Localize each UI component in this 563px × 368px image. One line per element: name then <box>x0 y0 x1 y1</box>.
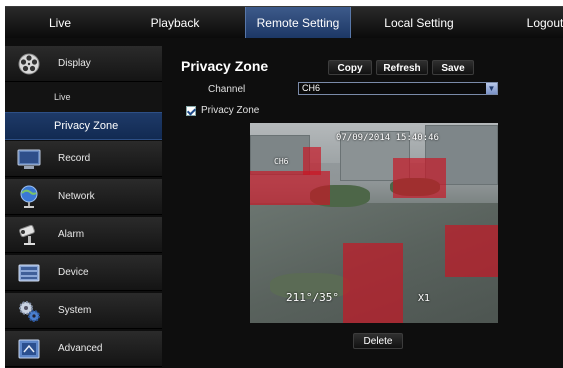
camera-preview[interactable]: 07/09/2014 15:40:46 CH6 211°/35° X1 <box>250 123 498 323</box>
privacy-mask-1[interactable] <box>250 171 330 205</box>
privacy-zone-checkbox-label: Privacy Zone <box>201 105 260 116</box>
gears-icon <box>19 301 40 322</box>
sidebar-label-network: Network <box>58 191 95 202</box>
sidebar: Display Live Privacy Zone Record Network… <box>5 40 162 368</box>
privacy-zone-panel: Privacy Zone Copy Refresh Save Channel C… <box>172 44 563 368</box>
osd-zoom: X1 <box>418 293 431 304</box>
nav-playback[interactable]: Playback <box>145 7 205 39</box>
building-left <box>250 135 310 175</box>
refresh-button[interactable]: Refresh <box>376 60 428 75</box>
hard-drive-icon <box>18 264 40 282</box>
copy-button[interactable]: Copy <box>328 60 372 75</box>
page-title: Privacy Zone <box>181 58 269 74</box>
sidebar-label-alarm: Alarm <box>58 229 85 240</box>
sidebar-item-advanced[interactable]: Advanced <box>5 331 162 367</box>
sidebar-subitem-live[interactable]: Live <box>5 82 162 112</box>
nav-live[interactable]: Live <box>35 7 85 39</box>
channel-label: Channel <box>208 84 246 95</box>
sidebar-item-alarm[interactable]: Alarm <box>5 217 162 253</box>
advanced-settings-icon <box>18 339 40 359</box>
privacy-mask-5[interactable] <box>343 243 403 323</box>
channel-select[interactable]: CH6 ▼ <box>298 82 498 95</box>
sidebar-item-system[interactable]: System <box>5 293 162 329</box>
chevron-down-icon[interactable]: ▼ <box>486 83 497 94</box>
sidebar-label-record: Record <box>58 153 91 164</box>
privacy-mask-4[interactable] <box>445 225 498 277</box>
sidebar-label-device: Device <box>58 267 89 278</box>
top-navigation-bar: Live Playback Remote Setting Local Setti… <box>5 6 563 39</box>
privacy-zone-checkbox[interactable] <box>186 106 196 116</box>
nav-local-setting[interactable]: Local Setting <box>373 7 465 39</box>
sidebar-item-display[interactable]: Display <box>5 46 162 82</box>
privacy-mask-2[interactable] <box>303 147 321 175</box>
film-reel-icon <box>18 53 40 75</box>
monitor-record-icon <box>17 149 41 169</box>
osd-ptz-angle: 211°/35° <box>286 291 339 304</box>
channel-select-value: CH6 <box>302 83 321 93</box>
sidebar-subitem-privacy-zone[interactable]: Privacy Zone <box>5 112 162 140</box>
sidebar-item-network[interactable]: Network <box>5 179 162 215</box>
globe-network-icon <box>20 185 38 208</box>
nav-remote-setting[interactable]: Remote Setting <box>245 7 351 39</box>
osd-channel: CH6 <box>274 157 289 166</box>
camera-alarm-icon <box>19 224 35 245</box>
sidebar-label-advanced: Advanced <box>58 343 103 354</box>
osd-timestamp: 07/09/2014 15:40:46 <box>336 133 439 143</box>
delete-button[interactable]: Delete <box>353 333 403 349</box>
nav-logout[interactable]: Logout <box>525 7 563 39</box>
sidebar-label-display: Display <box>58 58 91 69</box>
sidebar-item-device[interactable]: Device <box>5 255 162 291</box>
sidebar-label-system: System <box>58 305 92 316</box>
privacy-mask-3[interactable] <box>393 158 446 198</box>
sidebar-item-record[interactable]: Record <box>5 141 162 177</box>
save-button[interactable]: Save <box>432 60 474 75</box>
